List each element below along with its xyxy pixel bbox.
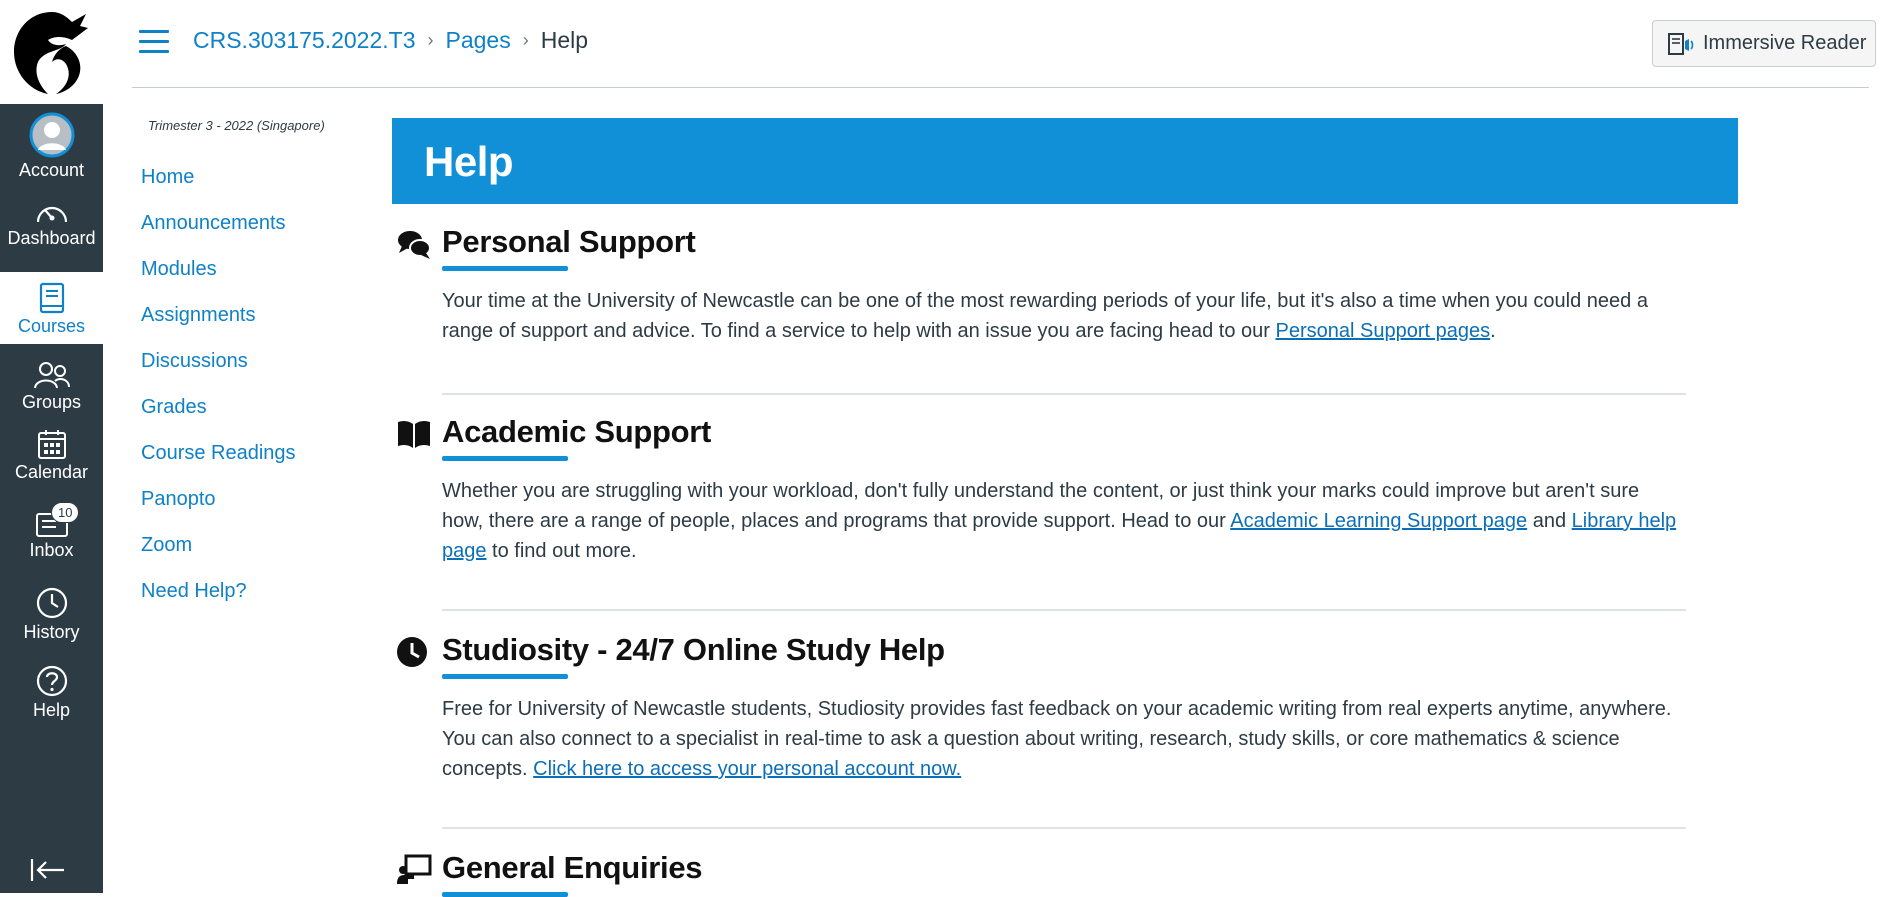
immersive-reader-button[interactable]: Immersive Reader (1652, 20, 1876, 67)
section-title: Academic Support (442, 414, 712, 449)
courses-icon (39, 282, 64, 314)
history-icon (36, 587, 67, 619)
course-nav-assignments[interactable]: Assignments (141, 304, 256, 327)
course-nav-grades[interactable]: Grades (141, 396, 207, 419)
section-body: Free for University of Newcastle student… (442, 694, 1682, 784)
chalkboard-icon (397, 854, 432, 884)
groups-icon (33, 362, 70, 389)
course-nav-zoom[interactable]: Zoom (141, 534, 192, 557)
section-text: . (1490, 320, 1496, 342)
global-nav: Account Dashboard Courses Groups Calenda… (0, 0, 103, 893)
comments-icon (398, 231, 431, 259)
nav-inbox[interactable]: 10 Inbox (0, 502, 103, 561)
breadcrumb-course[interactable]: CRS.303175.2022.T3 (193, 27, 416, 54)
course-nav-course-readings[interactable]: Course Readings (141, 442, 296, 465)
nav-calendar[interactable]: Calendar (0, 428, 103, 483)
nav-help[interactable]: Help (0, 664, 103, 721)
course-nav-announcements[interactable]: Announcements (141, 212, 286, 235)
help-icon (36, 665, 67, 697)
nav-groups[interactable]: Groups (0, 360, 103, 413)
course-nav-modules[interactable]: Modules (141, 258, 217, 281)
hamburger-icon[interactable] (139, 30, 169, 54)
section-text: to find out more. (486, 540, 637, 562)
breadcrumb: CRS.303175.2022.T3 › Pages › Help (193, 27, 588, 54)
nav-calendar-label: Calendar (14, 462, 89, 482)
nav-dashboard[interactable]: Dashboard (0, 198, 103, 249)
course-nav-discussions[interactable]: Discussions (141, 350, 248, 373)
clock-icon (397, 637, 427, 667)
calendar-icon (37, 430, 66, 459)
section-title: Studiosity - 24/7 Online Study Help (442, 632, 945, 667)
section-divider (442, 609, 1686, 611)
book-icon (398, 420, 430, 448)
avatar-icon (29, 112, 74, 158)
course-nav-panopto[interactable]: Panopto (141, 488, 216, 511)
breadcrumb-current: Help (540, 27, 589, 53)
logo[interactable] (0, 0, 103, 104)
nav-dashboard-label: Dashboard (7, 228, 96, 248)
nav-history[interactable]: History (0, 586, 103, 643)
section-underline (442, 266, 568, 271)
page-header: CRS.303175.2022.T3 › Pages › Help Immers… (103, 0, 1891, 88)
immersive-reader-icon (1668, 32, 1694, 55)
section-title: General Enquiries (442, 850, 703, 885)
personal-support-link[interactable]: Personal Support pages (1276, 320, 1491, 342)
inbox-badge: 10 (51, 502, 80, 523)
nav-inbox-label: Inbox (29, 540, 74, 560)
nav-history-label: History (23, 622, 80, 642)
section-divider (442, 393, 1686, 395)
chevron-right-icon: › (522, 30, 529, 50)
section-text: and (1527, 510, 1572, 532)
nav-groups-label: Groups (21, 392, 82, 412)
collapse-icon[interactable] (28, 855, 68, 885)
section-body: Your time at the University of Newcastle… (442, 286, 1682, 346)
header-divider (132, 87, 1869, 88)
nav-help-label: Help (32, 700, 71, 720)
nav-account-label: Account (18, 160, 85, 180)
breadcrumb-pages[interactable]: Pages (446, 27, 511, 54)
course-nav-home[interactable]: Home (141, 166, 194, 189)
nav-courses[interactable]: Courses (0, 272, 103, 344)
section-divider (442, 827, 1686, 829)
chevron-right-icon: › (427, 30, 434, 50)
studiosity-account-link[interactable]: Click here to access your personal accou… (533, 758, 961, 780)
section-title: Personal Support (442, 224, 696, 259)
academic-learning-support-link[interactable]: Academic Learning Support page (1230, 510, 1527, 532)
nav-account[interactable]: Account (0, 112, 103, 181)
section-body: Whether you are struggling with your wor… (442, 476, 1682, 566)
page-title: Help (424, 138, 514, 185)
term-label: Trimester 3 - 2022 (Singapore) (148, 118, 325, 133)
logo-icon (13, 12, 88, 94)
immersive-reader-label: Immersive Reader (1703, 32, 1867, 54)
course-nav-need-help[interactable]: Need Help? (141, 580, 247, 603)
nav-courses-label: Courses (17, 316, 86, 336)
section-underline (442, 456, 568, 461)
section-underline (442, 674, 568, 679)
dashboard-icon (36, 206, 67, 223)
page-banner: Help (392, 118, 1738, 204)
